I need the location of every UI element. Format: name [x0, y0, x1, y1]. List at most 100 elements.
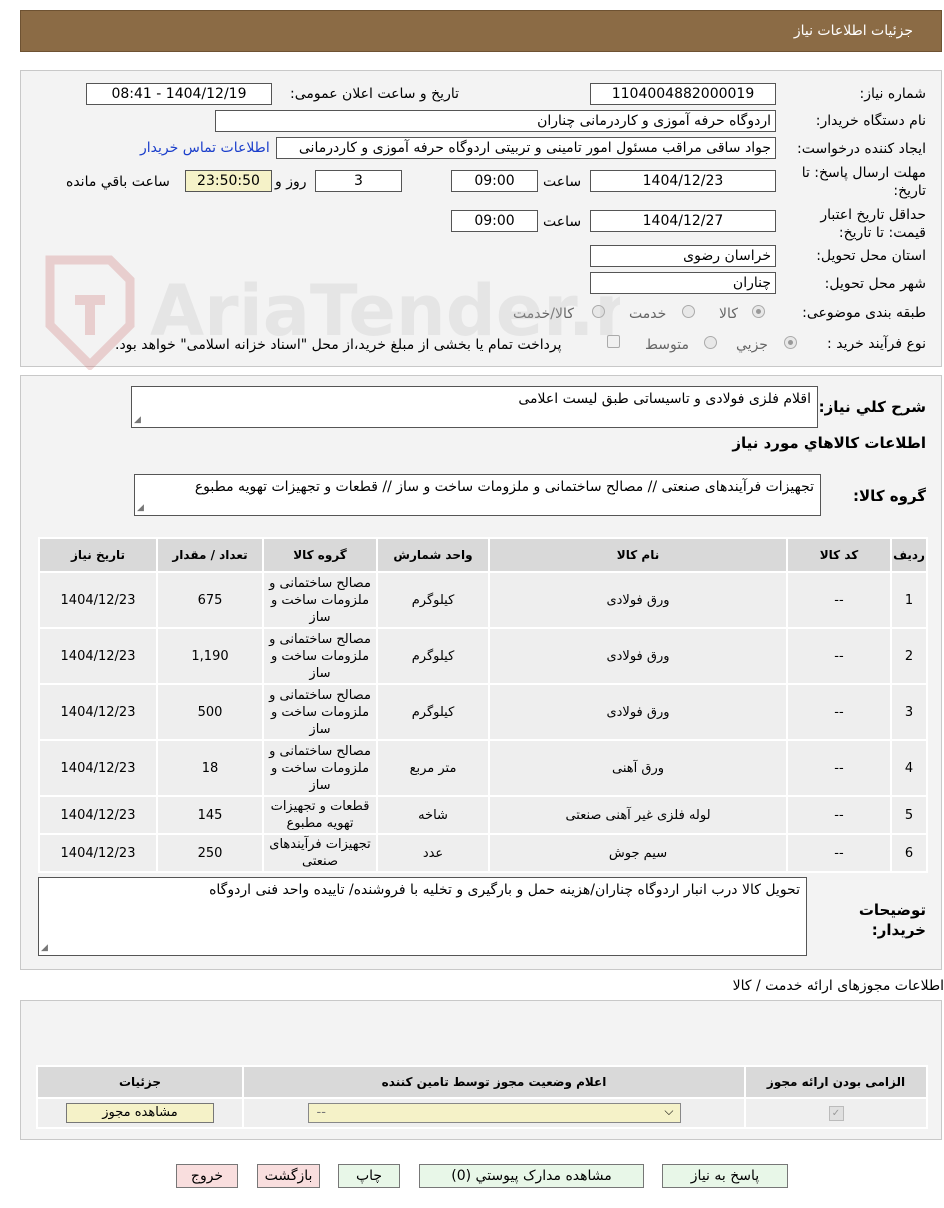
goods-group-textarea[interactable]: تجهیزات فرآیندهای صنعتی // مصالح ساختمان… [134, 474, 821, 516]
cell-group: تجهیزات فرآیندهای صنعتی [262, 833, 378, 873]
need-number-field: 1104004882000019 [590, 83, 776, 105]
cell-code: -- [786, 795, 892, 835]
cell-qty: 675 [156, 571, 264, 629]
exit-button[interactable]: خروج [176, 1164, 238, 1188]
table-row: 3 -- ورق فولادی کیلوگرم مصالح ساختمانی و… [38, 683, 928, 741]
buyer-notes-label-line1: توضیحات [858, 901, 926, 919]
license-table-header: الزامی بودن ارائه مجوز اعلام وضعیت مجوز … [36, 1065, 928, 1099]
cell-qty: 500 [156, 683, 264, 741]
remaining-time-field: 23:50:50 [185, 170, 272, 192]
creator-label: ایجاد کننده درخواست: [797, 141, 926, 157]
summary-text: اقلام فلزی فولادی و تاسیساتی طبق لیست اع… [518, 391, 811, 407]
cell-code: -- [786, 571, 892, 629]
category-radio-goods[interactable] [752, 305, 765, 318]
cell-qty: 18 [156, 739, 264, 797]
category-radio-service[interactable] [682, 305, 695, 318]
process-option-medium: متوسط [645, 337, 689, 353]
buyer-contact-link[interactable]: اطلاعات تماس خریدار [140, 140, 270, 156]
resize-grip-icon[interactable]: ◢ [134, 416, 141, 425]
buyer-notes-textarea[interactable]: تحویل کالا درب انبار اردوگاه چناران/هزین… [38, 877, 807, 956]
validity-date-field: 1404/12/27 [590, 210, 776, 232]
cell-row: 6 [890, 833, 928, 873]
cell-unit: کیلوگرم [376, 683, 490, 741]
cell-group: مصالح ساختمانی و ملزومات ساخت و ساز [262, 571, 378, 629]
col-license-status: اعلام وضعیت مجوز توسط تامین کننده [242, 1065, 746, 1099]
process-radio-medium[interactable] [704, 336, 717, 349]
page-header: جزئیات اطلاعات نیاز [20, 10, 942, 52]
cell-qty: 250 [156, 833, 264, 873]
cell-row: 5 [890, 795, 928, 835]
validity-time-field: 09:00 [451, 210, 538, 232]
cell-code: -- [786, 683, 892, 741]
cell-name: لوله فلزی غیر آهنی صنعتی [488, 795, 788, 835]
cell-date: 1404/12/23 [38, 571, 158, 629]
summary-textarea[interactable]: اقلام فلزی فولادی و تاسیساتی طبق لیست اع… [131, 386, 818, 428]
need-number-label: شماره نیاز: [859, 86, 927, 102]
buyer-name-label: نام دستگاه خریدار: [815, 113, 926, 129]
treasury-payment-note: پرداخت تمام یا بخشی از مبلغ خرید،از محل … [115, 337, 562, 353]
view-attachments-button[interactable]: مشاهده مدارک پیوستي (0) [419, 1164, 644, 1188]
cell-row: 1 [890, 571, 928, 629]
cell-unit: کیلوگرم [376, 627, 490, 685]
cell-name: ورق فولادی [488, 571, 788, 629]
license-details-cell: مشاهده مجوز [36, 1097, 244, 1129]
cell-date: 1404/12/23 [38, 627, 158, 685]
cell-group: قطعات و تجهیزات تهویه مطبوع [262, 795, 378, 835]
treasury-payment-checkbox[interactable] [607, 335, 620, 348]
table-row: 2 -- ورق فولادی کیلوگرم مصالح ساختمانی و… [38, 627, 928, 685]
buyer-notes-label: توضیحات خریدار: [859, 900, 926, 940]
deadline-label: مهلت ارسال پاسخ: تا تاریخ: [802, 164, 926, 200]
cell-code: -- [786, 739, 892, 797]
col-qty: تعداد / مقدار [156, 537, 264, 573]
category-option-goods-service: کالا/خدمت [513, 306, 574, 322]
license-status-select[interactable]: -- ⌵ [307, 1103, 681, 1123]
col-unit: واحد شمارش [376, 537, 490, 573]
process-type-label: نوع فرآیند خرید : [827, 336, 926, 352]
cell-date: 1404/12/23 [38, 833, 158, 873]
cell-qty: 145 [156, 795, 264, 835]
days-remaining-field: 3 [315, 170, 402, 192]
province-label: استان محل تحویل: [816, 248, 926, 264]
validity-label: حداقل تاریخ اعتبار قیمت: تا تاریخ: [820, 206, 926, 242]
resize-grip-icon[interactable]: ◢ [41, 944, 48, 953]
buyer-notes-text: تحویل کالا درب انبار اردوگاه چناران/هزین… [209, 882, 800, 898]
buyer-name-field: اردوگاه حرفه آموزی و کاردرمانی چناران [215, 110, 776, 132]
print-button[interactable]: چاپ [338, 1164, 400, 1188]
resize-grip-icon[interactable]: ◢ [137, 504, 144, 513]
category-label: طبقه بندی موضوعی: [802, 305, 926, 321]
license-required-cell: ✓ [744, 1097, 928, 1129]
announce-date-label: تاریخ و ساعت اعلان عمومی: [290, 86, 459, 102]
category-option-service: خدمت [629, 306, 667, 322]
back-button[interactable]: بازگشت [257, 1164, 320, 1188]
cell-code: -- [786, 627, 892, 685]
validity-time-label: ساعت [543, 214, 582, 230]
days-label: روز و [275, 174, 307, 190]
cell-unit: متر مربع [376, 739, 490, 797]
category-option-goods: کالا [719, 306, 738, 322]
province-field: خراسان رضوی [590, 245, 776, 267]
view-license-button[interactable]: مشاهده مجوز [66, 1103, 214, 1123]
cell-name: ورق فولادی [488, 683, 788, 741]
reply-button[interactable]: پاسخ به نیاز [662, 1164, 788, 1188]
deadline-time-label: ساعت [543, 174, 582, 190]
city-label: شهر محل تحویل: [824, 276, 926, 292]
validity-label-line2: قیمت: تا تاریخ: [838, 225, 926, 241]
checkmark-icon: ✓ [828, 1106, 844, 1121]
process-radio-minor[interactable] [784, 336, 797, 349]
validity-label-line1: حداقل تاریخ اعتبار [820, 207, 926, 223]
cell-qty: 1,190 [156, 627, 264, 685]
cell-date: 1404/12/23 [38, 683, 158, 741]
cell-group: مصالح ساختمانی و ملزومات ساخت و ساز [262, 739, 378, 797]
col-name: نام کالا [488, 537, 788, 573]
cell-name: ورق آهنی [488, 739, 788, 797]
deadline-time-field: 09:00 [451, 170, 538, 192]
cell-row: 2 [890, 627, 928, 685]
table-row: 1 -- ورق فولادی کیلوگرم مصالح ساختمانی و… [38, 571, 928, 629]
cell-date: 1404/12/23 [38, 739, 158, 797]
cell-group: مصالح ساختمانی و ملزومات ساخت و ساز [262, 683, 378, 741]
remaining-time-label: ساعت باقي مانده [66, 174, 170, 190]
category-radio-goods-service[interactable] [592, 305, 605, 318]
goods-group-label: گروه کالا: [853, 487, 926, 505]
license-table: الزامی بودن ارائه مجوز اعلام وضعیت مجوز … [36, 1065, 928, 1129]
license-status-cell: -- ⌵ [242, 1097, 746, 1129]
